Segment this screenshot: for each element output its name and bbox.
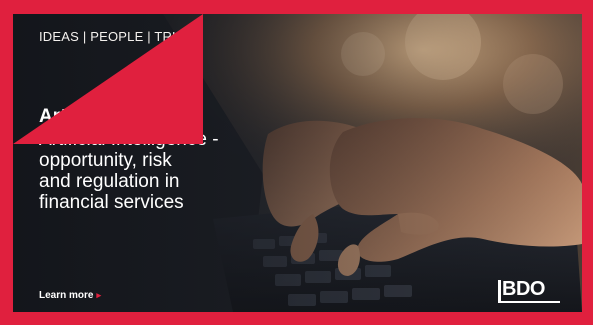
headline-line: and regulation in [39, 171, 180, 192]
banner-frame[interactable]: IDEAS | PEOPLE | TRUST Article Artificia… [0, 0, 593, 325]
arrow-right-icon: ▸ [96, 290, 101, 300]
bdo-logo[interactable]: BDO [498, 278, 560, 308]
headline-line: financial services [39, 192, 184, 213]
logo-underline [498, 301, 560, 303]
learn-more-label: Learn more [39, 290, 94, 301]
headline-line: opportunity, risk [39, 150, 172, 171]
logo-wordmark: BDO [502, 278, 545, 300]
brand-corner-wedge [13, 14, 203, 144]
hero-photo: IDEAS | PEOPLE | TRUST Article Artificia… [13, 14, 582, 312]
learn-more-link[interactable]: Learn more ▸ [39, 290, 101, 301]
